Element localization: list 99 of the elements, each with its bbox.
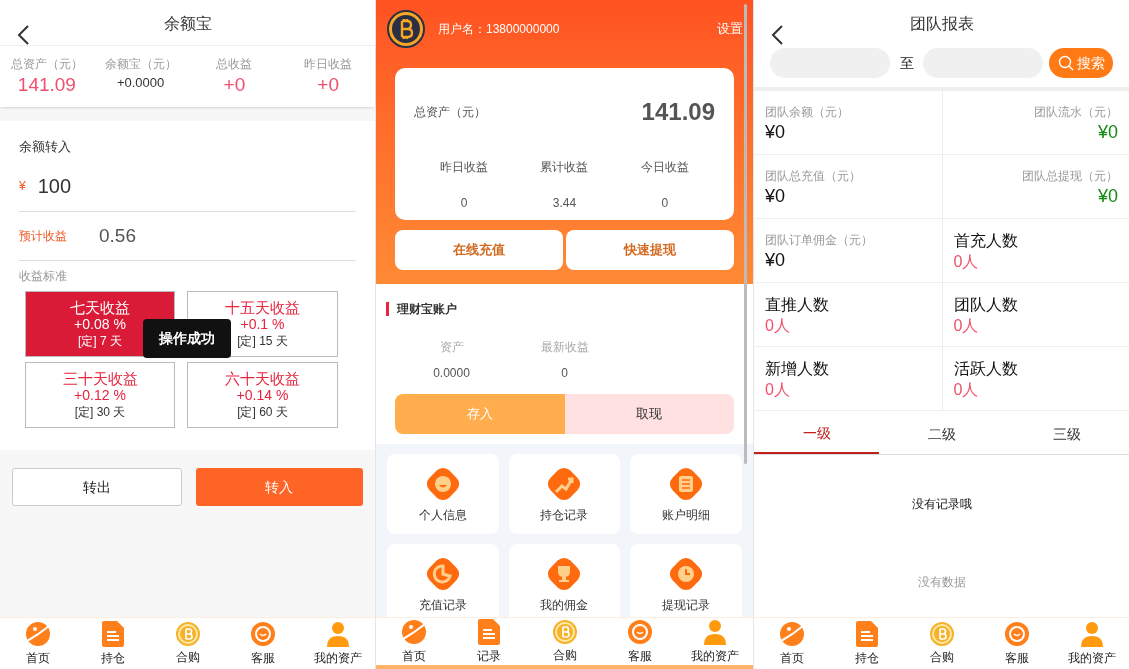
- nav-tab[interactable]: 客服: [979, 618, 1054, 669]
- total-value: 141.09: [641, 97, 715, 127]
- total-label: 总资产（元）: [414, 104, 486, 121]
- level-tab[interactable]: 三级: [1004, 414, 1129, 454]
- plan-card[interactable]: 三十天收益 +0.12 % [定] 30 天: [25, 362, 175, 428]
- metric-label: 团队总提现（元）: [1022, 167, 1118, 185]
- action-button[interactable]: 在线充值: [395, 230, 563, 270]
- plan-card[interactable]: 六十天收益 +0.14 % [定] 60 天: [187, 362, 338, 428]
- menu-tile[interactable]: 充值记录: [387, 544, 499, 617]
- menu-tile[interactable]: 持仓记录: [508, 454, 621, 534]
- menu-tile[interactable]: 账户明细: [630, 454, 742, 534]
- back-icon[interactable]: [16, 24, 30, 46]
- metric-value: ¥0: [1097, 120, 1118, 143]
- nav-tab[interactable]: 记录: [451, 618, 527, 665]
- username: 用户名：13800000000: [438, 21, 560, 38]
- document-icon: [101, 620, 124, 647]
- back-icon[interactable]: [770, 24, 784, 46]
- metric-value: ¥0: [765, 248, 786, 271]
- stat-value: 141.09: [17, 73, 76, 97]
- stat-label: 总资产（元）: [10, 56, 83, 73]
- bitcoin-avatar: [387, 10, 425, 48]
- metric-label: 首充人数: [953, 230, 1018, 251]
- metric-label: 活跃人数: [953, 358, 1018, 379]
- metric-value: ¥0: [1097, 184, 1118, 207]
- no-data-text: 没有数据: [916, 574, 967, 591]
- user-icon: [324, 620, 351, 647]
- nav-tab[interactable]: 合购: [526, 618, 603, 665]
- nav-tab[interactable]: 合购: [904, 618, 979, 669]
- nav-tab[interactable]: 我的资产: [300, 618, 375, 669]
- bitcoin-icon: [929, 621, 954, 646]
- stat-value: +0.0000: [116, 74, 165, 92]
- earning-label: 累计收益: [540, 159, 589, 176]
- transfer-out-button[interactable]: 转出: [12, 468, 182, 506]
- metric-label: 团队总充值（元）: [765, 167, 861, 185]
- wealth-label: 资产: [439, 339, 464, 356]
- nav-tab[interactable]: 持仓: [75, 618, 150, 669]
- empty-message: 没有记录哦: [910, 496, 973, 513]
- estimate-label: 预计收益: [19, 227, 67, 245]
- earning-value: 3.44: [552, 195, 577, 212]
- earning-value: 0: [661, 195, 669, 212]
- metric-label: 团队人数: [953, 294, 1018, 315]
- wealth-value: 0.0000: [433, 365, 470, 382]
- stat-value: +0: [317, 73, 339, 97]
- nav-tab[interactable]: 首页: [754, 618, 829, 669]
- level-tab[interactable]: 二级: [879, 414, 1004, 454]
- earning-value: 0: [460, 195, 468, 212]
- metric-value: ¥0: [765, 184, 786, 207]
- nav-tab[interactable]: 客服: [225, 618, 300, 669]
- earning-label: 今日收益: [640, 159, 689, 176]
- chat-icon: [1003, 620, 1030, 647]
- range-separator: 至: [898, 53, 915, 73]
- standard-label: 收益标准: [19, 268, 68, 285]
- scrollbar[interactable]: [744, 4, 747, 464]
- wealth-label: 最新收益: [540, 339, 589, 356]
- nav-tab[interactable]: 我的资产: [677, 618, 754, 665]
- nav-tab[interactable]: 首页: [0, 618, 75, 669]
- planet-icon: [778, 620, 805, 647]
- amount-field[interactable]: ¥ 100: [19, 170, 356, 212]
- withdraw-button[interactable]: 取现: [564, 394, 734, 434]
- nav-tab[interactable]: 首页: [376, 618, 452, 665]
- toast: 操作成功: [143, 319, 231, 358]
- document-icon: [855, 620, 878, 647]
- metric-value: ¥0: [765, 120, 786, 143]
- metric-label: 团队流水（元）: [1034, 103, 1118, 121]
- stat-value: +0: [223, 73, 246, 97]
- level-tab[interactable]: 一级: [754, 414, 879, 454]
- menu-tile[interactable]: 提现记录: [630, 544, 742, 617]
- section-heading: 余额转入: [19, 138, 72, 156]
- action-button[interactable]: 快速提现: [566, 230, 734, 270]
- estimate-value: 0.56: [99, 223, 136, 248]
- planet-icon: [24, 620, 51, 647]
- metric-value: 0人: [953, 251, 979, 272]
- user-icon: [1078, 620, 1105, 647]
- nav-tab[interactable]: 持仓: [829, 618, 904, 669]
- user-icon: [702, 618, 729, 645]
- metric-label: 团队订单佣金（元）: [765, 231, 873, 249]
- metric-label: 新增人数: [765, 358, 829, 379]
- metric-value: 0人: [953, 379, 979, 400]
- wealth-value: 0: [561, 365, 568, 382]
- metric-label: 团队余额（元）: [765, 103, 849, 121]
- screen-title: 团队报表: [909, 14, 974, 34]
- stat-label: 昨日收益: [304, 56, 353, 73]
- metric-value: 0人: [765, 379, 790, 400]
- stat-label: 总收益: [216, 56, 253, 73]
- nav-tab[interactable]: 合购: [150, 618, 225, 669]
- menu-tile[interactable]: 个人信息: [387, 454, 499, 534]
- nav-tab[interactable]: 我的资产: [1054, 618, 1129, 669]
- search-icon: [1057, 55, 1074, 71]
- menu-tile[interactable]: 我的佣金: [508, 544, 621, 617]
- chat-icon: [249, 620, 276, 647]
- earning-label: 昨日收益: [440, 159, 489, 176]
- screen-title: 余额宝: [163, 14, 212, 34]
- bitcoin-icon: [175, 621, 200, 646]
- metric-value: 0人: [765, 315, 790, 336]
- nav-tab[interactable]: 客服: [602, 618, 678, 665]
- metric-label: 直推人数: [765, 294, 829, 315]
- metric-value: 0人: [953, 315, 979, 336]
- section-title: 理财宝账户: [397, 301, 457, 318]
- stat-label: 余额宝（元）: [104, 56, 177, 73]
